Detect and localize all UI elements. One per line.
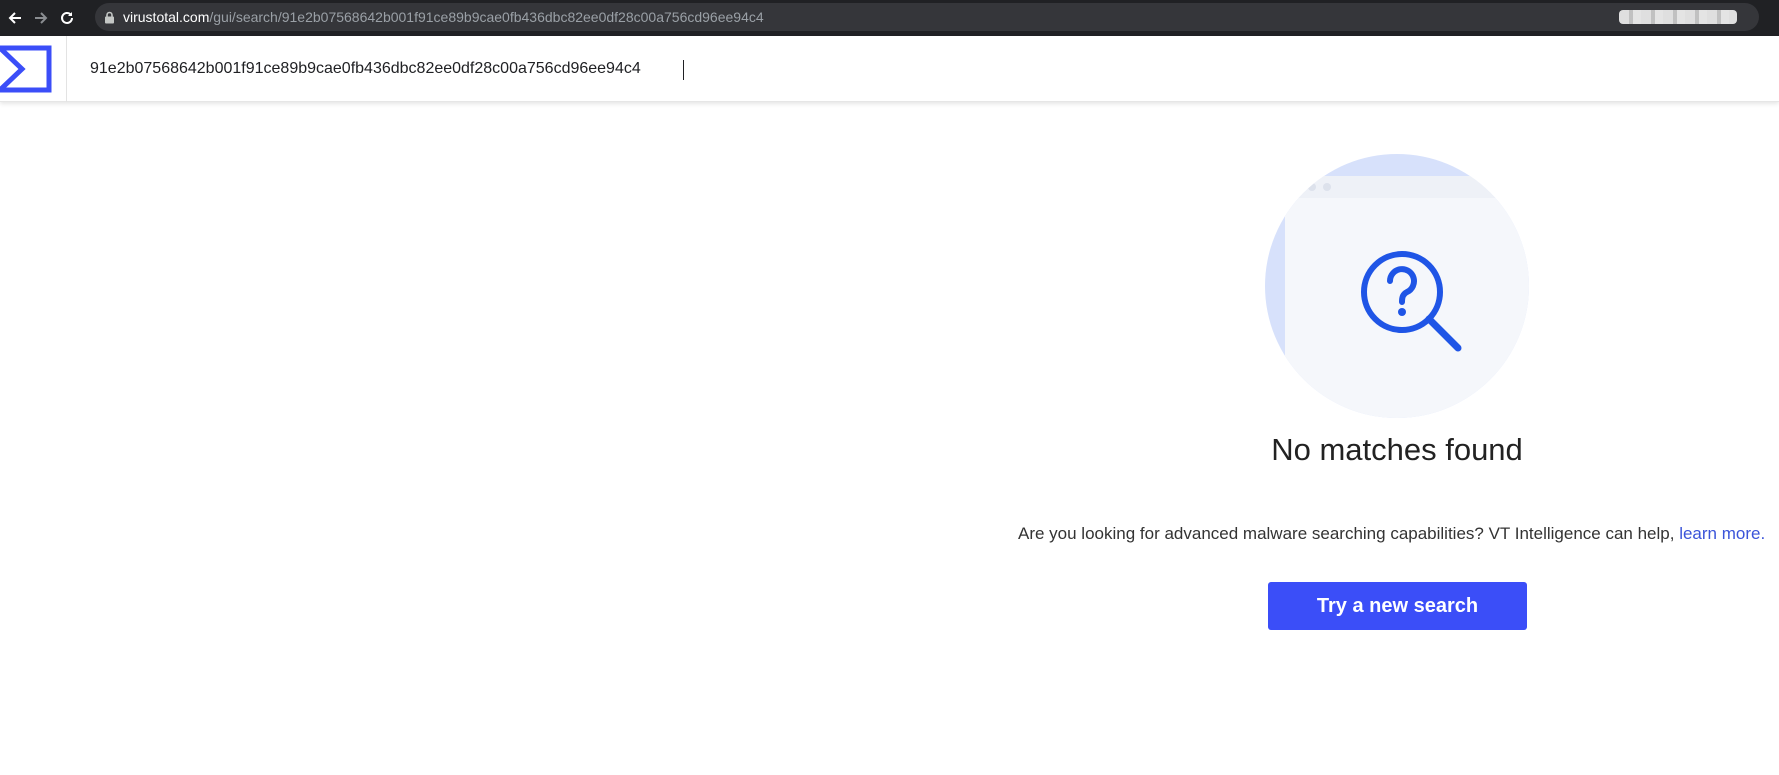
virustotal-logo-icon [0,45,52,93]
app-header [0,36,1779,102]
help-text-body: Are you looking for advanced malware sea… [1018,524,1680,543]
forward-button[interactable] [30,7,52,29]
header-divider [66,36,67,102]
virustotal-logo[interactable] [0,45,52,93]
back-button[interactable] [4,7,26,29]
help-text: Are you looking for advanced malware sea… [1018,524,1778,544]
url-path: /gui/search/91e2b07568642b001f91ce89b9ca… [209,9,764,25]
text-caret [683,60,684,80]
back-arrow-icon [8,12,21,24]
url-text: virustotal.com/gui/search/91e2b07568642b… [123,9,764,25]
lock-icon [104,11,115,24]
learn-more-link[interactable]: learn more. [1679,524,1765,543]
try-new-search-button[interactable]: Try a new search [1268,582,1527,630]
address-bar[interactable]: virustotal.com/gui/search/91e2b07568642b… [95,3,1759,31]
extensions-area[interactable] [1619,10,1737,24]
search-input[interactable] [80,50,980,88]
reload-button[interactable] [56,7,78,29]
reload-icon [61,11,73,24]
no-results-illustration [1265,154,1529,418]
no-matches-title: No matches found [1271,432,1523,467]
question-magnifier-icon [1265,154,1529,418]
url-domain: virustotal.com [123,9,210,25]
browser-toolbar: virustotal.com/gui/search/91e2b07568642b… [0,0,1779,36]
forward-arrow-icon [35,12,48,24]
